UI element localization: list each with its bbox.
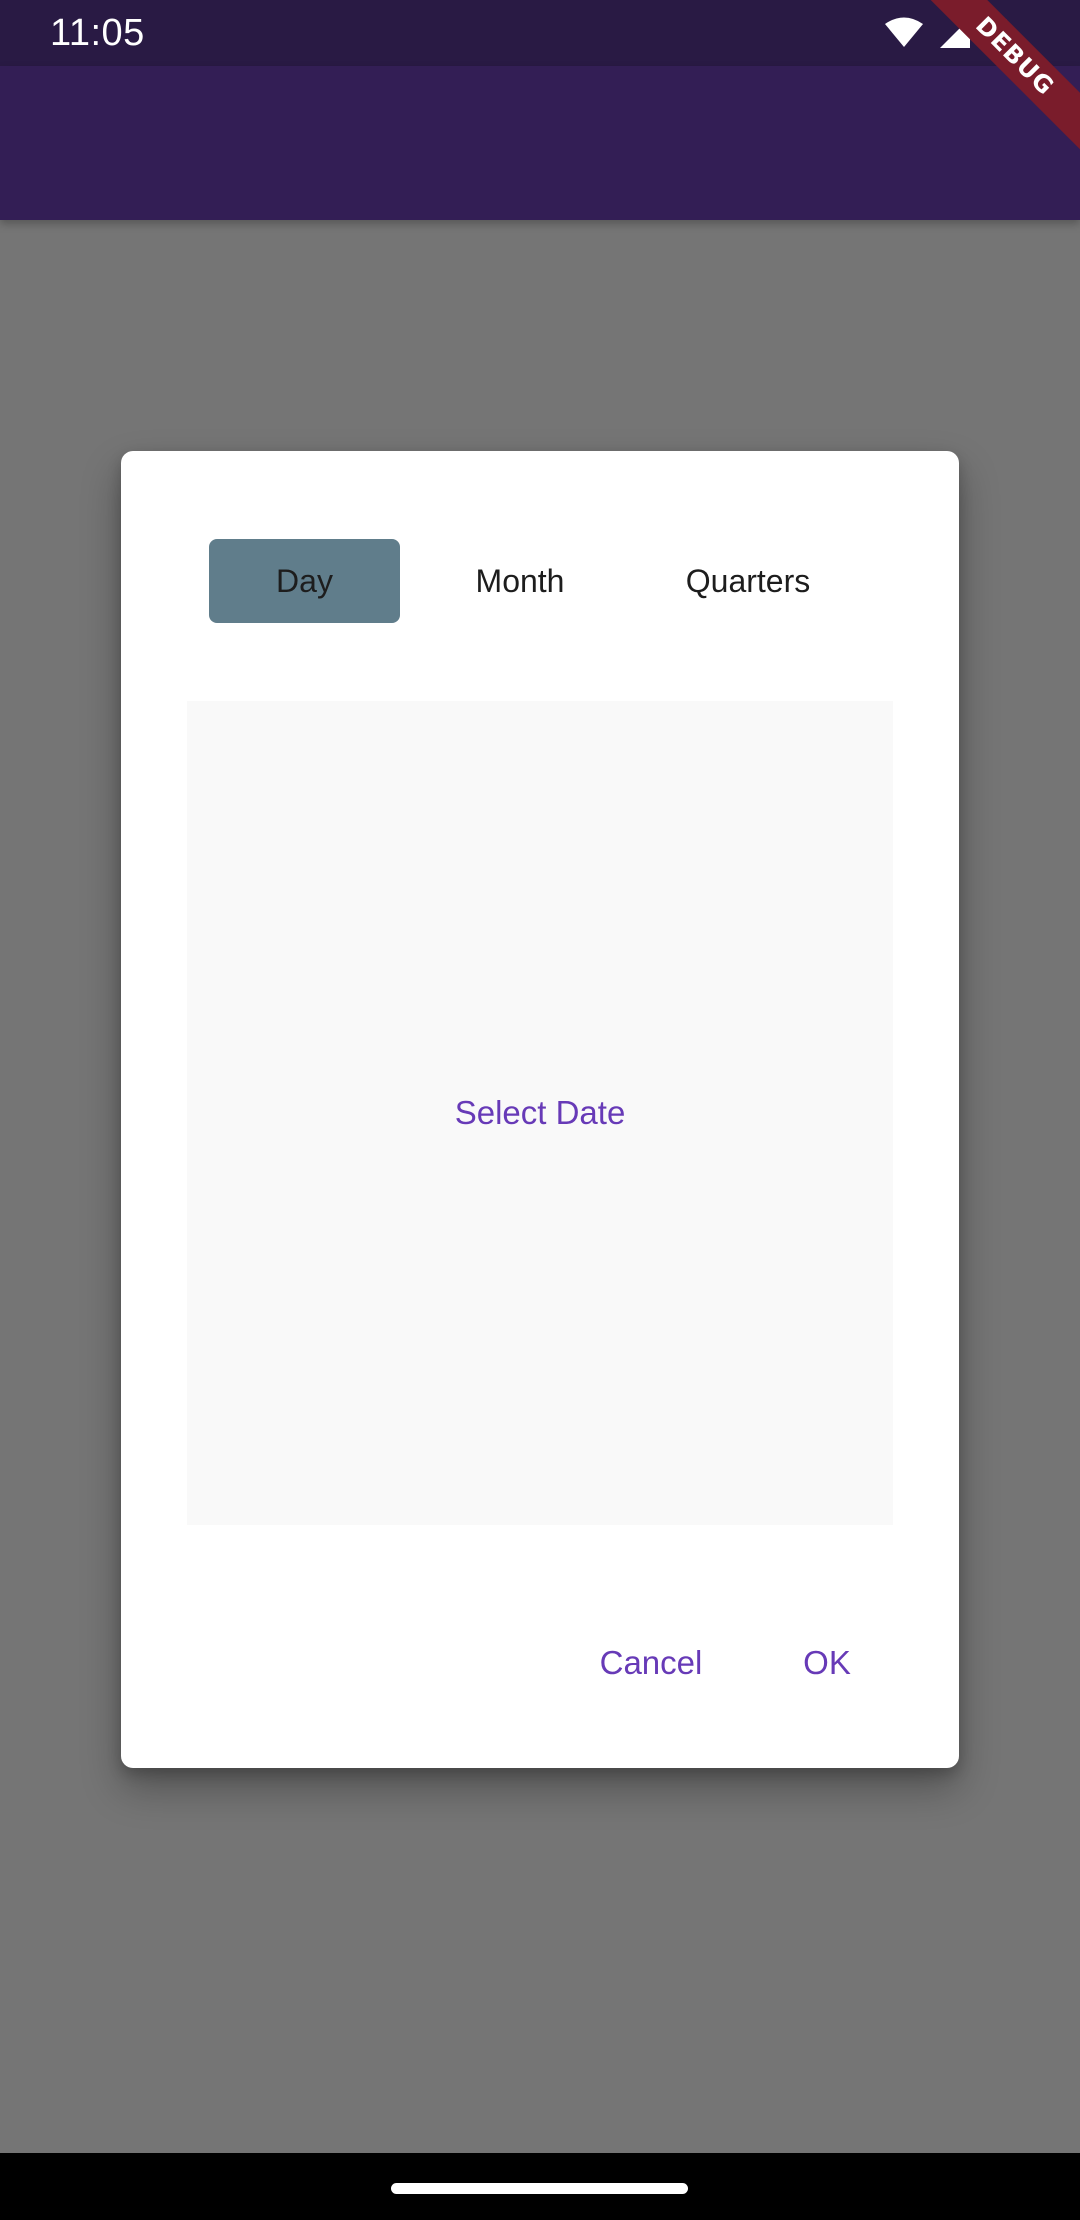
- cancel-button[interactable]: Cancel: [577, 1633, 725, 1693]
- date-picker-area[interactable]: Select Date: [187, 701, 893, 1525]
- status-time: 11:05: [50, 12, 145, 54]
- tab-quarters[interactable]: Quarters: [653, 539, 843, 623]
- tab-day-label: Day: [276, 562, 333, 599]
- date-range-dialog: Day Month Quarters Select Date Cancel OK: [121, 451, 959, 1768]
- status-bar: 11:05: [0, 0, 1080, 66]
- navigation-bar: [0, 2153, 1080, 2220]
- tab-month-label: Month: [475, 562, 565, 599]
- app-bar: [0, 66, 1080, 220]
- status-icons: [884, 15, 1008, 51]
- cellular-signal-icon: [938, 17, 972, 49]
- home-gesture-handle[interactable]: [391, 2183, 688, 2194]
- select-date-prompt[interactable]: Select Date: [455, 1094, 626, 1132]
- tab-day[interactable]: Day: [209, 539, 400, 623]
- tab-quarters-label: Quarters: [685, 562, 811, 599]
- ok-button[interactable]: OK: [785, 1633, 869, 1693]
- wifi-icon: [884, 17, 924, 49]
- tab-month[interactable]: Month: [437, 539, 603, 623]
- battery-icon: [986, 15, 1008, 51]
